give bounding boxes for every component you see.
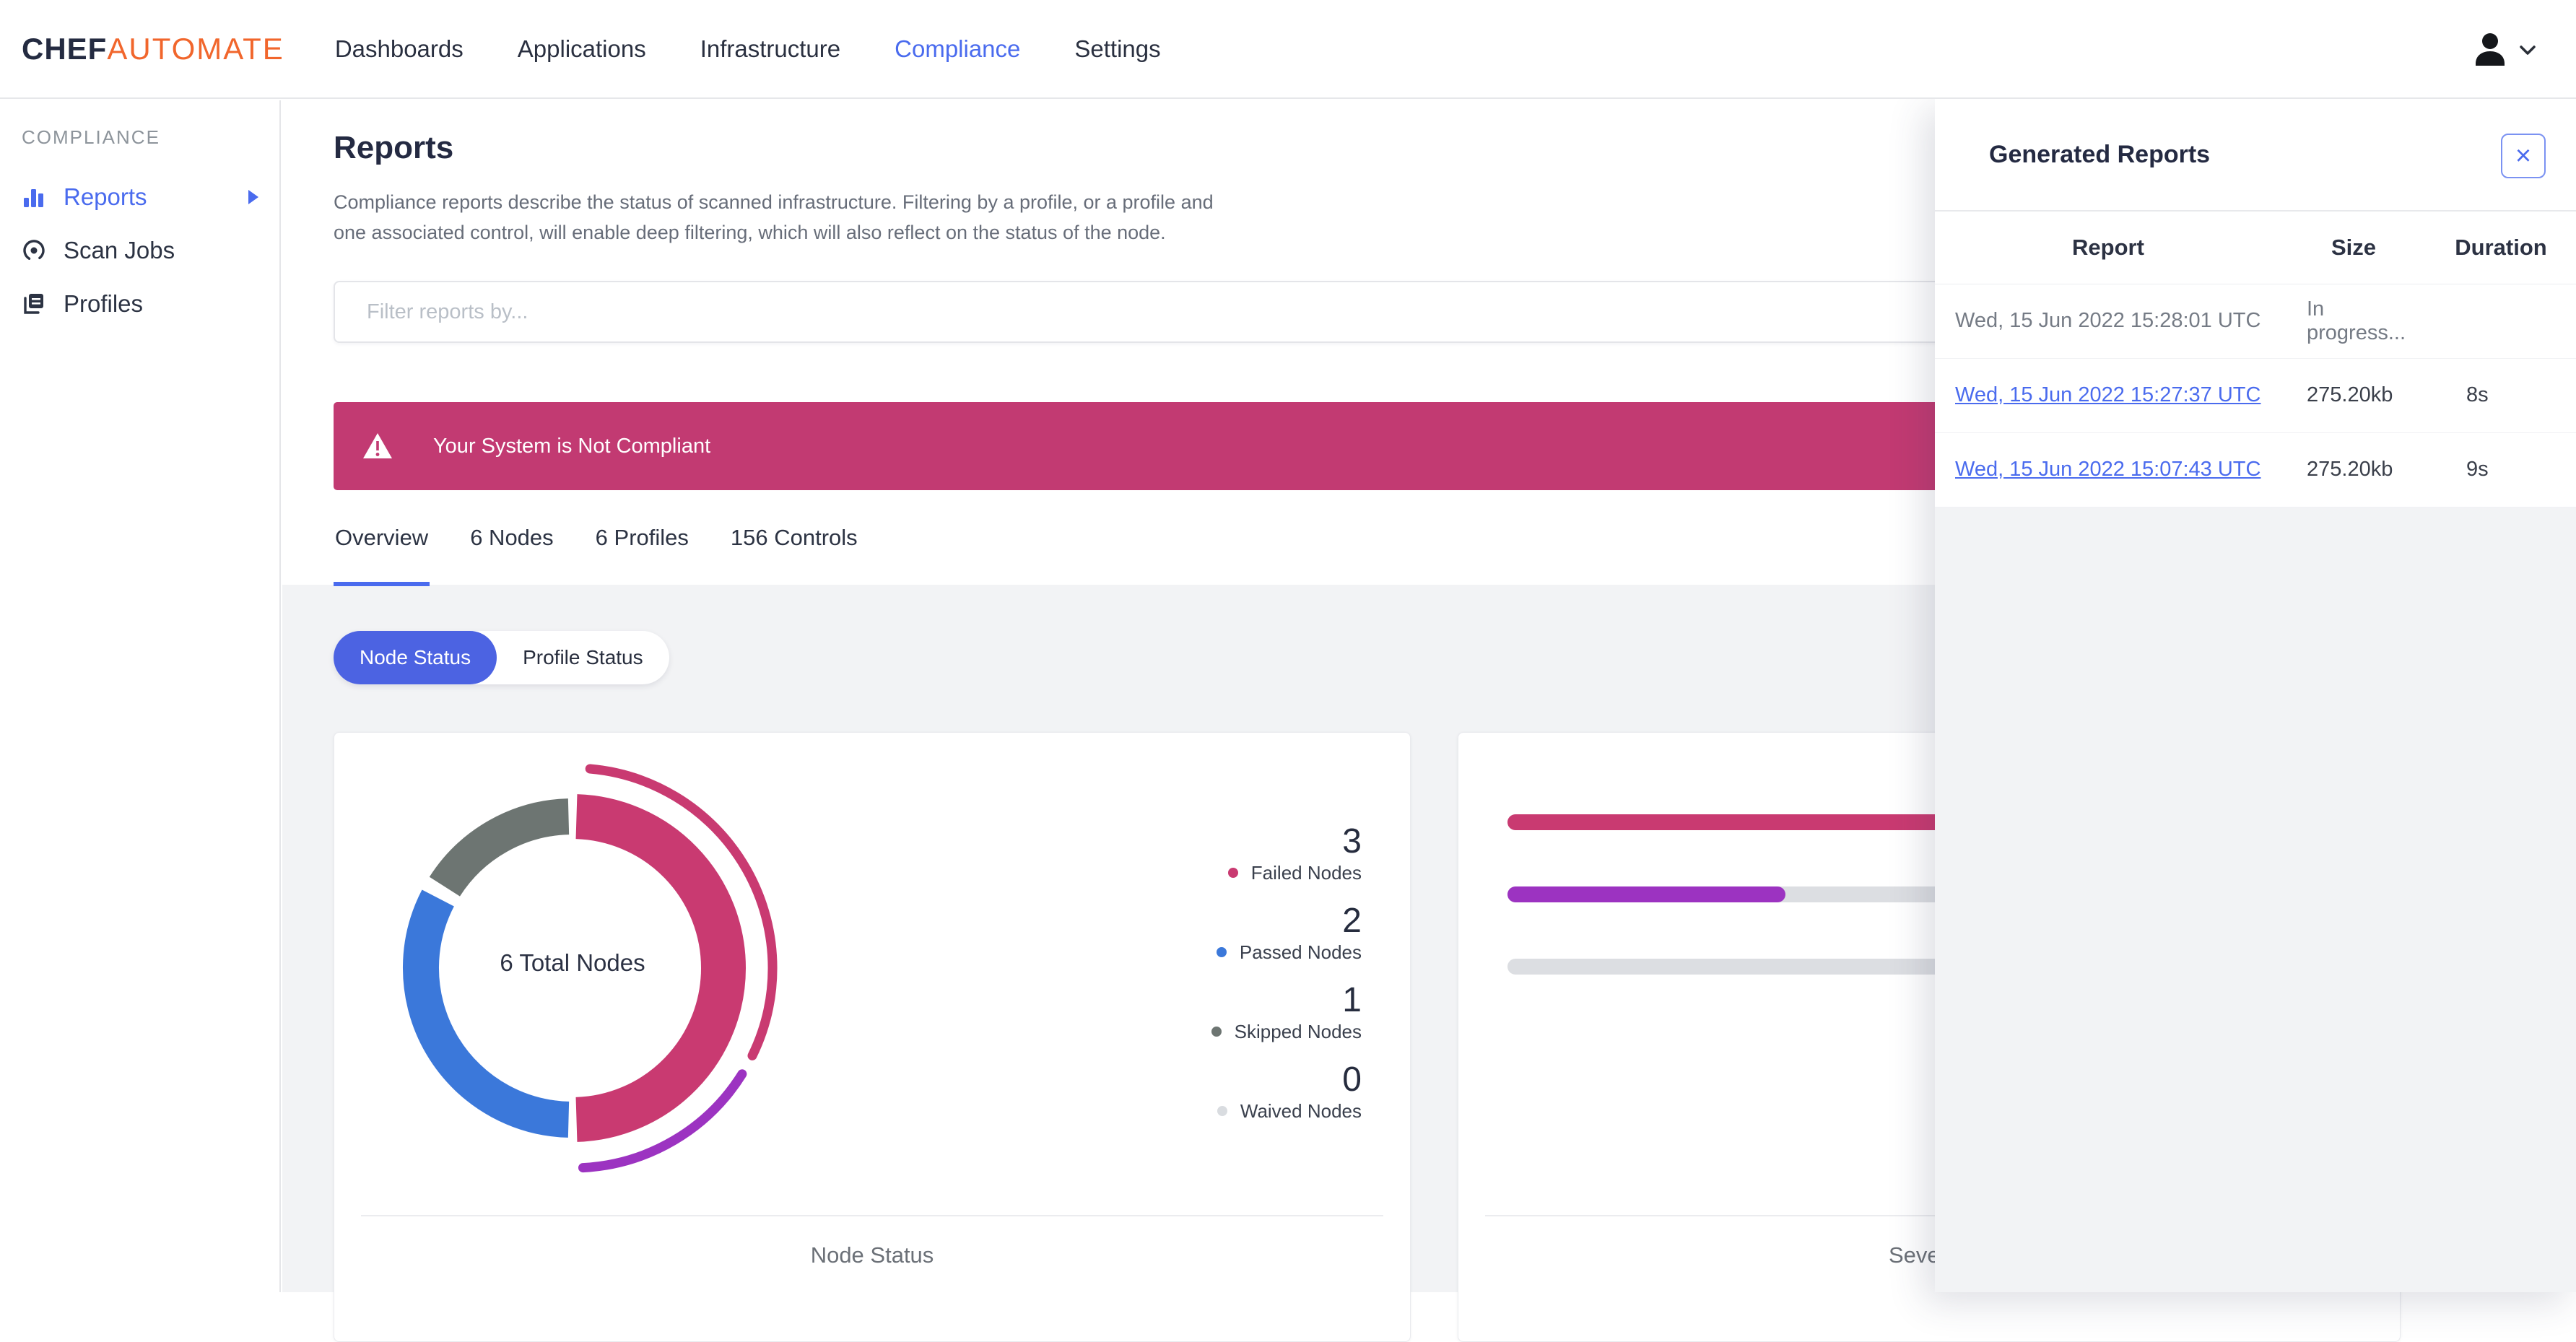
skipped-count: 1: [1145, 982, 1362, 1019]
node-status-legend: 3 Failed Nodes 2 Passed Nodes: [1145, 823, 1362, 1141]
column-header-report: Report: [1935, 212, 2281, 284]
panel-body-background: [1935, 507, 2576, 1293]
close-icon: ×: [2515, 141, 2531, 171]
report-duration: [2426, 284, 2576, 358]
passed-label: Passed Nodes: [1240, 940, 1362, 964]
report-download-link[interactable]: Wed, 15 Jun 2022 15:07:43 UTC: [1955, 458, 2260, 481]
chevron-right-icon: [246, 188, 261, 206]
node-status-toggle[interactable]: Node Status: [334, 631, 497, 684]
nav-applications[interactable]: Applications: [518, 35, 646, 63]
node-status-caption: Node Status: [811, 1242, 934, 1268]
node-status-card: 6 Total Nodes 3 Failed Nodes 2: [334, 732, 1411, 1342]
donut-segment-passed: [421, 898, 569, 1120]
tab-profiles[interactable]: 6 Profiles: [594, 505, 690, 586]
report-size: 275.20kb: [2281, 358, 2426, 432]
legend-waived: 0 Waived Nodes: [1145, 1061, 1362, 1123]
warning-icon: [362, 432, 393, 460]
sidebar-item-label: Scan Jobs: [64, 237, 175, 264]
column-header-duration: Duration: [2426, 212, 2576, 284]
skipped-dot-icon: [1211, 1027, 1222, 1037]
sidebar-item-label: Reports: [64, 183, 147, 211]
tab-overview[interactable]: Overview: [334, 505, 430, 586]
panel-header: Generated Reports ×: [1935, 99, 2576, 212]
skipped-label: Skipped Nodes: [1235, 1019, 1362, 1044]
generated-reports-panel: Generated Reports × Report Size Duration…: [1935, 99, 2576, 1292]
sidebar-item-scan-jobs[interactable]: Scan Jobs: [0, 224, 279, 277]
report-download-link[interactable]: Wed, 15 Jun 2022 15:27:37 UTC: [1955, 383, 2260, 406]
chevron-down-icon: [2519, 44, 2536, 56]
waived-dot-icon: [1217, 1106, 1227, 1116]
passed-count: 2: [1145, 902, 1362, 940]
user-menu[interactable]: [2473, 0, 2536, 99]
legend-failed: 3 Failed Nodes: [1145, 823, 1362, 885]
report-duration: 9s: [2426, 432, 2576, 507]
tab-controls[interactable]: 156 Controls: [729, 505, 859, 586]
failed-label: Failed Nodes: [1251, 860, 1362, 885]
tab-nodes[interactable]: 6 Nodes: [469, 505, 554, 586]
donut-segment-skipped: [445, 816, 569, 886]
scan-icon: [22, 238, 46, 263]
top-nav: CHEFAUTOMATE Dashboards Applications Inf…: [0, 0, 2576, 99]
nav-compliance[interactable]: Compliance: [895, 35, 1020, 63]
compliance-sidebar: COMPLIANCE Reports Scan Jobs: [0, 100, 281, 1292]
failed-dot-icon: [1228, 868, 1238, 878]
generated-reports-table: Report Size Duration Wed, 15 Jun 2022 15…: [1935, 212, 2576, 507]
passed-dot-icon: [1217, 947, 1227, 957]
node-status-donut-chart: 6 Total Nodes: [334, 733, 811, 1209]
donut-center-label: 6 Total Nodes: [428, 949, 717, 977]
table-row: Wed, 15 Jun 2022 15:27:37 UTC 275.20kb 8…: [1935, 358, 2576, 432]
table-row: Wed, 15 Jun 2022 15:07:43 UTC 275.20kb 9…: [1935, 432, 2576, 507]
sidebar-item-profiles[interactable]: Profiles: [0, 277, 279, 331]
sidebar-item-reports[interactable]: Reports: [0, 170, 279, 224]
bar-chart-icon: [22, 185, 46, 209]
page-description: Compliance reports describe the status o…: [334, 187, 1229, 248]
nav-dashboards[interactable]: Dashboards: [335, 35, 464, 63]
nav-settings[interactable]: Settings: [1074, 35, 1160, 63]
waived-count: 0: [1145, 1061, 1362, 1099]
brand-chef: CHEF: [22, 32, 107, 66]
report-size: In progress...: [2281, 284, 2426, 358]
sidebar-section-label: COMPLIANCE: [22, 126, 279, 149]
column-header-size: Size: [2281, 212, 2426, 284]
chef-automate-logo[interactable]: CHEFAUTOMATE: [22, 32, 284, 66]
user-icon: [2473, 32, 2507, 68]
close-panel-button[interactable]: ×: [2501, 134, 2546, 178]
card-divider: Node Status: [361, 1215, 1383, 1294]
failed-count: 3: [1145, 823, 1362, 860]
profiles-icon: [22, 292, 46, 316]
sidebar-item-label: Profiles: [64, 290, 143, 318]
report-duration: 8s: [2426, 358, 2576, 432]
profile-status-toggle[interactable]: Profile Status: [497, 631, 669, 684]
report-size: 275.20kb: [2281, 432, 2426, 507]
table-row: Wed, 15 Jun 2022 15:28:01 UTC In progres…: [1935, 284, 2576, 358]
primary-nav: Dashboards Applications Infrastructure C…: [335, 35, 1161, 63]
nav-infrastructure[interactable]: Infrastructure: [700, 35, 840, 63]
waived-label: Waived Nodes: [1240, 1099, 1362, 1123]
report-timestamp: Wed, 15 Jun 2022 15:28:01 UTC: [1935, 284, 2281, 358]
legend-skipped: 1 Skipped Nodes: [1145, 982, 1362, 1044]
brand-automate: AUTOMATE: [107, 32, 284, 66]
status-toggle: Node Status Profile Status: [334, 631, 669, 684]
panel-title: Generated Reports: [1989, 141, 2210, 168]
alert-message: Your System is Not Compliant: [433, 435, 710, 458]
legend-passed: 2 Passed Nodes: [1145, 902, 1362, 964]
